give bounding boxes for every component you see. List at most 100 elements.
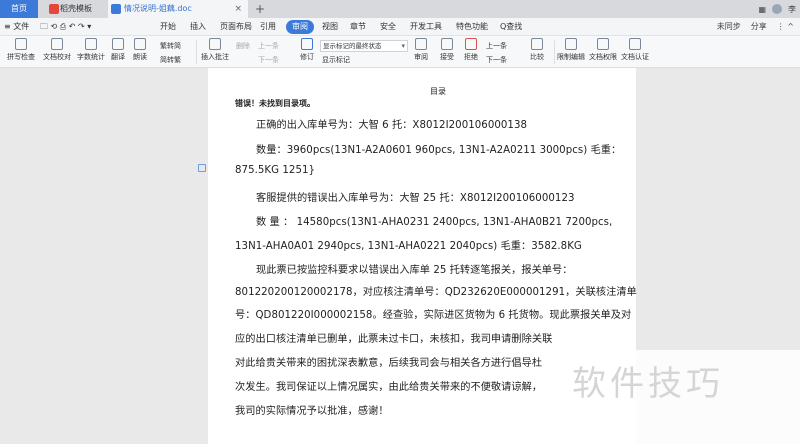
doc-line: 次发生。我司保证以上情况属实，由此给贵关带来的不便敬请谅解， — [235, 382, 543, 393]
word-count-icon — [85, 38, 97, 50]
reject-label: 拒绝 — [464, 53, 478, 61]
doc-line: 正确的出入库单号为：大智 6 托：X8012I200106000138 — [256, 120, 528, 131]
doc-permission-icon — [597, 38, 609, 50]
reject-icon — [465, 38, 477, 50]
user-name[interactable]: 李 — [788, 4, 796, 15]
next-comment-button[interactable]: 下一条 — [258, 54, 279, 66]
compare-icon — [531, 38, 543, 50]
spellcheck-icon — [15, 38, 27, 50]
menu-view[interactable]: 视图 — [322, 18, 338, 36]
simp-to-trad-button[interactable]: 简转繁 — [160, 54, 181, 66]
accept-label: 接受 — [440, 53, 454, 61]
review-pane-button[interactable]: 审阅 — [410, 38, 432, 66]
spellcheck-label: 拼写检查 — [7, 53, 35, 61]
word-doc-icon — [111, 4, 121, 14]
translate-icon — [112, 38, 124, 50]
doc-line: 13N1-AHA0A01 2940pcs, 13N1-AHA0221 2040p… — [235, 241, 582, 252]
doc-line: 现此票已按监控科要求以错误出入库单 25 托转逐笔报关，报关单号： — [256, 265, 573, 276]
reject-button[interactable]: 拒绝 — [460, 38, 482, 66]
title-bar: 首页 稻壳模板 情况说明-姐藕.doc × + ▦ 李 — [0, 0, 800, 18]
doc-line: 数量：3960pcs(13N1-A2A0601 960pcs, 13N1-A2A… — [256, 145, 622, 156]
avatar[interactable] — [772, 4, 782, 14]
prev-comment-button[interactable]: 上一条 — [258, 40, 279, 52]
toc-error: 错误！未找到目录项。 — [235, 98, 315, 108]
tab-daoke-template[interactable]: 稻壳模板 — [46, 0, 106, 18]
read-aloud-button[interactable]: 朗读 — [130, 38, 150, 66]
compare-button[interactable]: 比较 — [526, 38, 548, 66]
restrict-edit-label: 限制编辑 — [557, 53, 585, 61]
doc-permission-label: 文档权限 — [589, 53, 617, 61]
doc-line: 号：QD801220I000002158。经查验，实际进区货物为 6 托货物。现… — [235, 310, 632, 321]
doc-line: 对此给贵关带来的困扰深表歉意，后续我司会与相关各方进行倡导杜 — [235, 358, 543, 369]
spellcheck-button[interactable]: 拼写检查 — [4, 38, 38, 66]
toolbar-divider — [554, 40, 555, 64]
doc-line: 801220200120002178，对应核注清单号：QD232620E0000… — [235, 287, 637, 298]
track-changes-icon — [301, 38, 313, 50]
restrict-edit-icon — [565, 38, 577, 50]
prev-change-button[interactable]: 上一条 — [486, 40, 507, 52]
accept-button[interactable]: 接受 — [436, 38, 458, 66]
track-changes-label: 修订 — [300, 53, 314, 61]
translate-label: 翻译 — [111, 53, 125, 61]
word-count-button[interactable]: 字数统计 — [76, 38, 106, 66]
insert-comment-label: 插入批注 — [201, 53, 229, 61]
menu-security[interactable]: 安全 — [380, 18, 396, 36]
doc-auth-icon — [629, 38, 641, 50]
tab-document-label: 情况说明-姐藕.doc — [124, 4, 192, 13]
toc-title: 目录 — [430, 87, 446, 96]
tab-home[interactable]: 首页 — [0, 0, 38, 18]
review-pane-icon — [415, 38, 427, 50]
daoke-icon — [49, 4, 59, 14]
track-changes-button[interactable]: 修订 — [296, 38, 318, 66]
display-mode-select[interactable]: 显示标记的最终状态 — [320, 40, 408, 52]
microphone-icon — [134, 38, 146, 50]
doc-auth-button[interactable]: 文档认证 — [620, 38, 650, 66]
menu-special[interactable]: 特色功能 — [456, 18, 488, 36]
review-pane-label: 审阅 — [414, 53, 428, 61]
doc-proof-button[interactable]: 文档校对 — [42, 38, 72, 66]
grid-icon[interactable]: ▦ — [758, 5, 766, 14]
watermark-text: 软件技巧 — [572, 364, 724, 404]
menu-right: 未同步 分享 ⋮ ^ — [717, 18, 794, 36]
titlebar-right: ▦ 李 — [758, 0, 796, 18]
menu-search[interactable]: Q查找 — [500, 18, 522, 36]
doc-line: 客服提供的错误出入库单号为：大智 25 托：X8012I200106000123 — [256, 193, 575, 204]
doc-line: 数 量 ： 14580pcs(13N1-AHA0231 2400pcs, 13N… — [256, 217, 613, 228]
more-icon[interactable]: ⋮ ^ — [777, 18, 794, 36]
trad-to-simp-button[interactable]: 繁转简 — [160, 40, 181, 52]
tab-document[interactable]: 情况说明-姐藕.doc × — [108, 0, 248, 18]
menu-file[interactable]: ≡ 文件 — [4, 18, 29, 36]
layout-option-icon[interactable] — [198, 164, 206, 172]
doc-auth-label: 文档认证 — [621, 53, 649, 61]
next-change-button[interactable]: 下一条 — [486, 54, 507, 66]
restrict-edit-button[interactable]: 限制编辑 — [556, 38, 586, 66]
doc-line: 我司的实际情况予以批准，感谢！ — [235, 406, 389, 417]
delete-comment-button[interactable]: 删除 — [236, 40, 250, 52]
menu-chapter[interactable]: 章节 — [350, 18, 366, 36]
menu-insert[interactable]: 插入 — [190, 18, 206, 36]
new-tab-button[interactable]: + — [255, 0, 265, 18]
doc-permission-button[interactable]: 文档权限 — [588, 38, 618, 66]
doc-line: 875.5KG 1251} — [235, 165, 316, 176]
show-marks-button[interactable]: 显示标记 — [322, 54, 350, 66]
menu-dev-tools[interactable]: 开发工具 — [410, 18, 442, 36]
share-button[interactable]: 分享 — [751, 18, 767, 36]
undo-icon[interactable]: 🗀 ⟲ ⎙ ↶ ↷ ▾ — [40, 18, 91, 36]
tab-daoke-label: 稻壳模板 — [60, 4, 92, 13]
menu-references[interactable]: 引用 — [260, 18, 276, 36]
menu-start[interactable]: 开始 — [160, 18, 176, 36]
doc-line: 应的出口核注清单已删单，此票未过卡口，未核扣，我司申请删除关联 — [235, 334, 553, 345]
menu-review[interactable]: 审阅 — [286, 20, 314, 34]
comment-icon — [209, 38, 221, 50]
sync-status[interactable]: 未同步 — [717, 18, 741, 36]
insert-comment-button[interactable]: 插入批注 — [200, 38, 230, 66]
read-aloud-label: 朗读 — [133, 53, 147, 61]
menu-page-layout[interactable]: 页面布局 — [220, 18, 252, 36]
doc-proof-icon — [51, 38, 63, 50]
menu-bar: ≡ 文件 🗀 ⟲ ⎙ ↶ ↷ ▾ 开始 插入 页面布局 引用 审阅 视图 章节 … — [0, 18, 800, 36]
translate-button[interactable]: 翻译 — [108, 38, 128, 66]
toolbar-divider — [196, 40, 197, 64]
close-tab-icon[interactable]: × — [234, 0, 242, 18]
word-count-label: 字数统计 — [77, 53, 105, 61]
accept-icon — [441, 38, 453, 50]
